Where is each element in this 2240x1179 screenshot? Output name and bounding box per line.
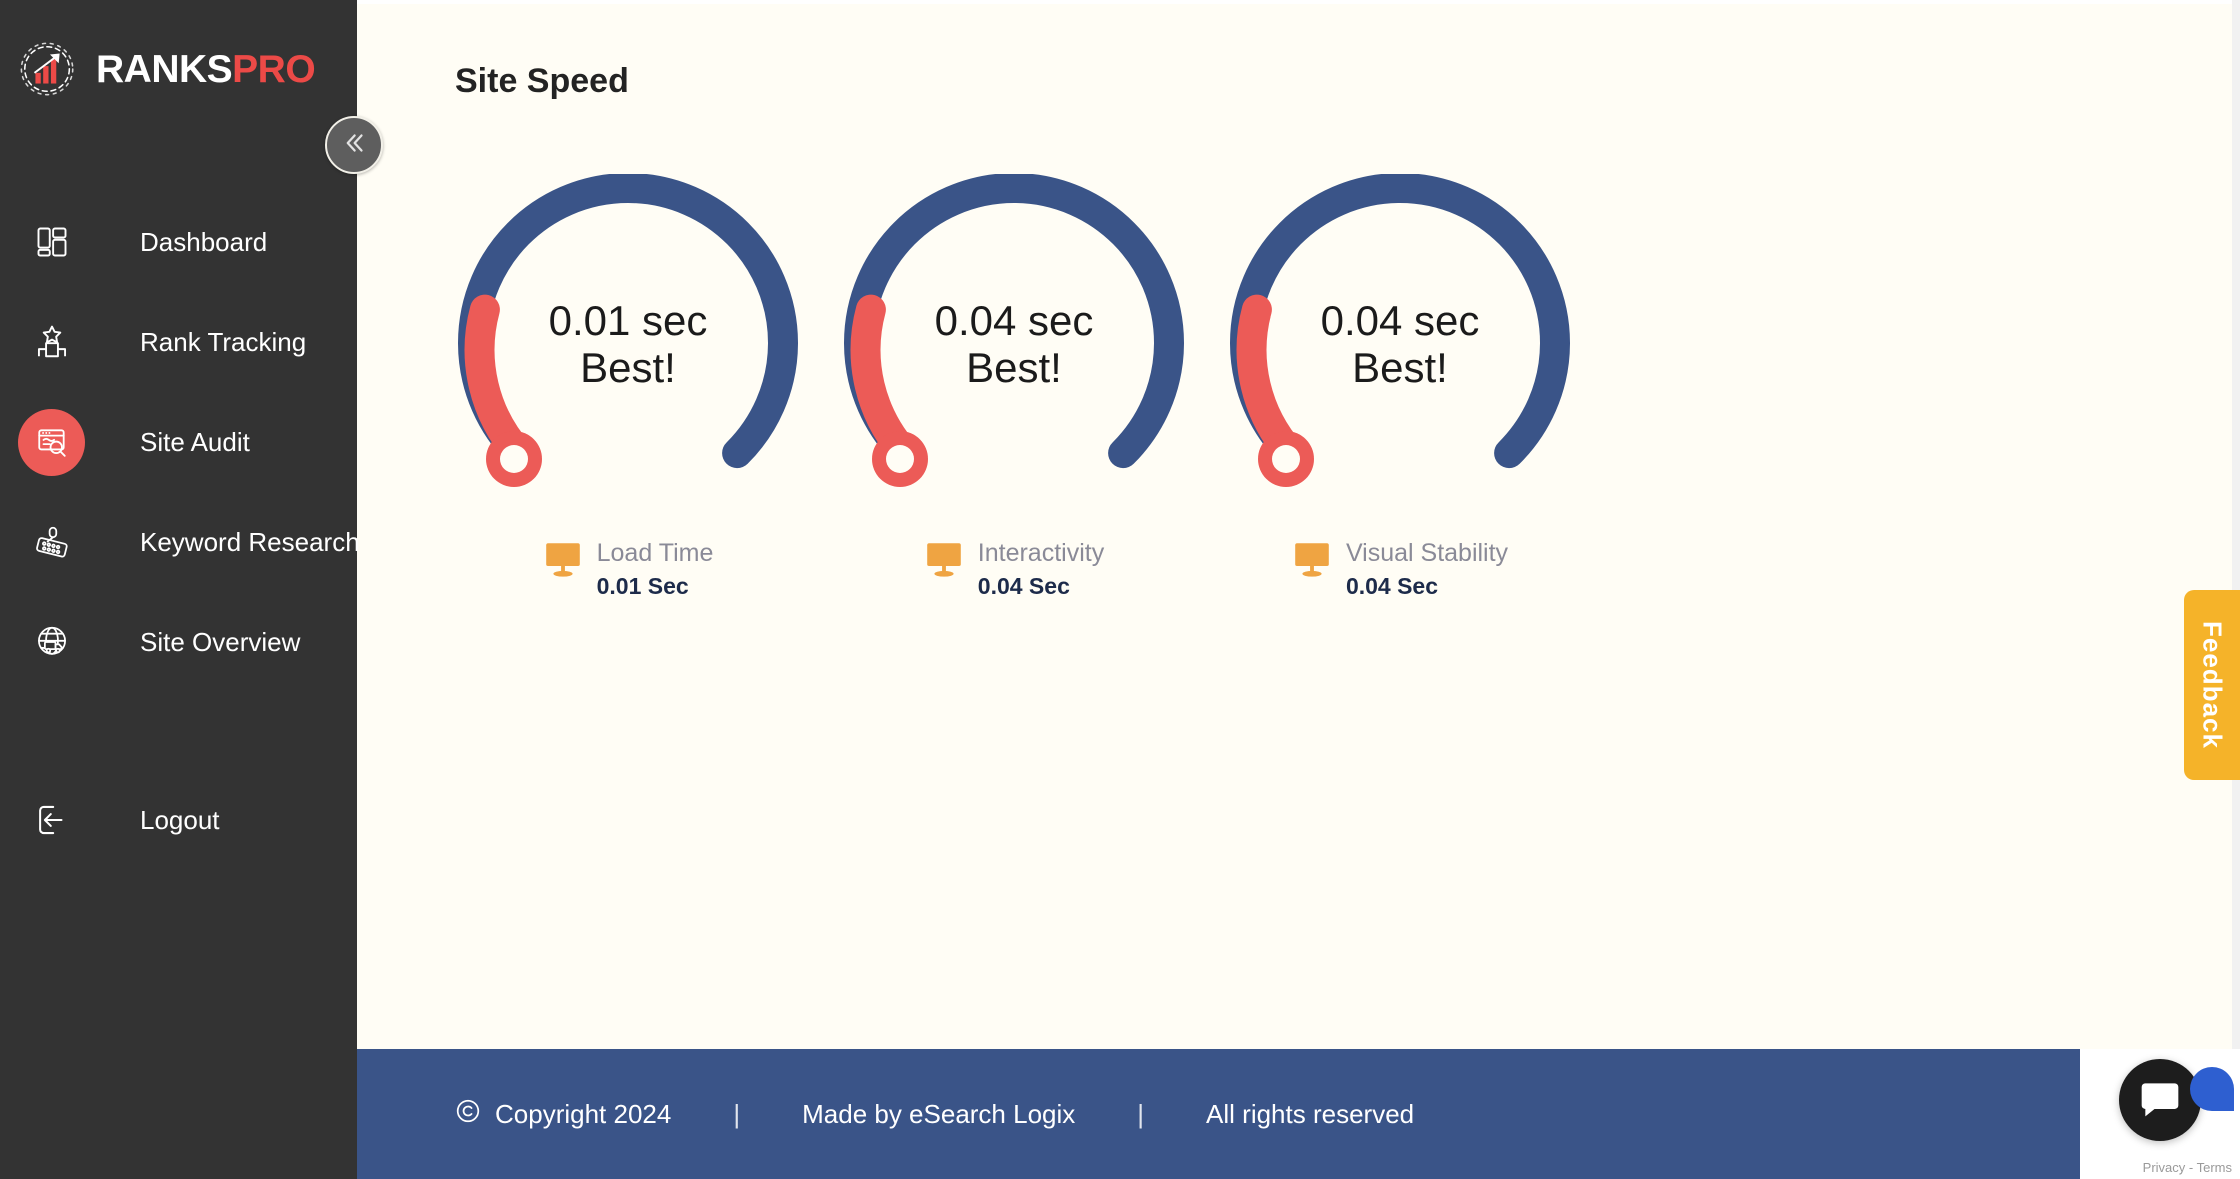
footer-copyright-text: Copyright 2024: [495, 1098, 672, 1129]
site-speed-panel: Site Speed 0.01 sec Best! Load Time 0.01…: [357, 4, 2240, 1049]
sidebar-item-label: Site Audit: [140, 426, 250, 457]
metric-text: Load Time 0.01 Sec: [597, 538, 714, 604]
keyboard-mouse-icon: [18, 509, 85, 576]
dashboard-grid-icon: [18, 209, 85, 276]
sidebar-item-label: Site Overview: [140, 626, 301, 657]
chat-bubble-icon: [2138, 1076, 2182, 1125]
footer-rights: All rights reserved: [1206, 1098, 1415, 1129]
main-content: Site Speed 0.01 sec Best! Load Time 0.01…: [357, 0, 2240, 1179]
gauge-chart: 0.04 sec Best!: [1230, 174, 1570, 514]
metric-name: Load Time: [596, 539, 714, 567]
copyright-icon: [455, 1098, 481, 1131]
browser-search-icon: [18, 408, 85, 476]
sidebar-item-dashboard[interactable]: Dashboard: [0, 192, 357, 292]
sidebar-collapse-button[interactable]: [325, 116, 383, 174]
app-root: RANKSPRO Dashboard Rank Tracking Site Au…: [0, 0, 2240, 1179]
sidebar-item-site-overview[interactable]: Site Overview: [0, 592, 357, 692]
metric-value: 0.04 Sec: [977, 573, 1070, 600]
metric-interactivity: Interactivity 0.04 Sec: [924, 538, 1104, 604]
brand-title-primary: RANKS: [96, 47, 233, 91]
sidebar-item-label: Logout: [140, 804, 220, 835]
monitor-icon: [1292, 542, 1332, 578]
sidebar: RANKSPRO Dashboard Rank Tracking Site Au…: [0, 0, 383, 1179]
footer: Copyright 2024 | Made by eSearch Logix |…: [357, 1049, 2240, 1179]
globe-truck-icon: [18, 609, 85, 676]
chat-launcher-button[interactable]: [2119, 1059, 2201, 1141]
metric-value: 0.04 Sec: [1345, 573, 1439, 600]
chevron-double-left-icon: [339, 128, 369, 163]
logout-arrow-icon: [18, 787, 85, 854]
gauge-card-interactivity: 0.04 sec Best! Interactivity 0.04 Sec: [821, 174, 1207, 604]
recaptcha-note: Privacy - Terms: [2142, 1160, 2232, 1175]
footer-copyright: Copyright 2024: [455, 1098, 671, 1131]
sidebar-item-label: Dashboard: [140, 226, 268, 257]
chat-widget: Privacy - Terms: [2080, 1049, 2240, 1179]
monitor-icon: [924, 542, 964, 578]
gauge-card-visual-stability: 0.04 sec Best! Visual Stability 0.04 Sec: [1207, 174, 1593, 604]
gauge-card-load-time: 0.01 sec Best! Load Time 0.01 Sec: [435, 174, 821, 604]
gauge-chart: 0.04 sec Best!: [844, 174, 1184, 514]
brand-title: RANKSPRO: [96, 47, 316, 91]
metric-value: 0.01 Sec: [596, 573, 689, 600]
monitor-icon: [543, 542, 583, 578]
sidebar-item-label: Rank Tracking: [140, 326, 307, 357]
gear-bar-chart-arrow-icon: [18, 38, 80, 100]
podium-star-icon: [18, 309, 85, 376]
sidebar-item-logout[interactable]: Logout: [0, 770, 357, 870]
sidebar-item-site-audit[interactable]: Site Audit: [0, 392, 357, 492]
sidebar-nav: Dashboard Rank Tracking Site Audit Keywo…: [0, 192, 360, 870]
metric-text: Interactivity 0.04 Sec: [978, 538, 1104, 604]
metric-text: Visual Stability 0.04 Sec: [1346, 538, 1508, 604]
sidebar-item-keyword-research[interactable]: Keyword Research: [0, 492, 360, 592]
footer-made-by: Made by eSearch Logix: [802, 1098, 1076, 1129]
metric-visual-stability: Visual Stability 0.04 Sec: [1292, 538, 1508, 604]
metric-name: Interactivity: [977, 539, 1105, 567]
brand-title-secondary: PRO: [232, 47, 316, 91]
feedback-tab-label: Feedback: [2197, 621, 2228, 749]
footer-divider: |: [733, 1098, 741, 1129]
sidebar-item-label: Keyword Research: [140, 526, 360, 557]
gauge-group: 0.01 sec Best! Load Time 0.01 Sec 0.04 s…: [357, 174, 2240, 604]
chat-badge: [2190, 1067, 2234, 1111]
page-title: Site Speed: [455, 62, 629, 100]
metric-name: Visual Stability: [1345, 539, 1509, 567]
sidebar-item-rank-tracking[interactable]: Rank Tracking: [0, 292, 357, 392]
gauge-chart: 0.01 sec Best!: [458, 174, 798, 514]
feedback-tab-button[interactable]: Feedback: [2184, 590, 2240, 780]
brand-logo[interactable]: RANKSPRO: [0, 0, 357, 100]
metric-load-time: Load Time 0.01 Sec: [543, 538, 714, 604]
footer-divider: |: [1137, 1098, 1145, 1129]
